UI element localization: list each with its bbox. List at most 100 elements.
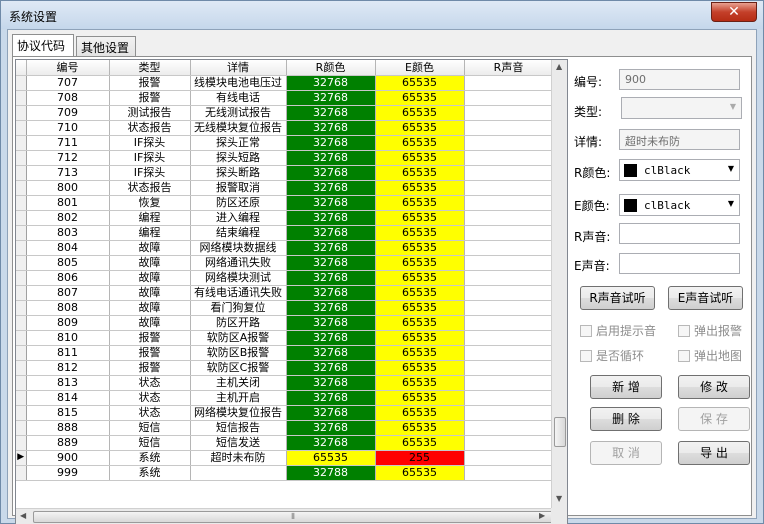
r-sound-field[interactable] — [619, 223, 740, 244]
chevron-down-icon[interactable]: ▼ — [728, 164, 734, 173]
table-row[interactable]: 800 状态报告 报警取消 32768 65535 — [16, 180, 554, 196]
table-row[interactable]: 807 故障 有线电话通讯失败 32768 65535 — [16, 285, 554, 301]
e-color-select[interactable]: clBlack ▼ — [619, 194, 740, 216]
header-r-sound[interactable]: R声音 — [464, 60, 554, 76]
cell-code: 809 — [26, 315, 110, 331]
scroll-right-icon[interactable]: ▶ — [539, 511, 545, 520]
table-row[interactable]: 815 状态 网络模块复位报告 32768 65535 — [16, 405, 554, 421]
header-code[interactable]: 编号 — [26, 60, 110, 76]
cancel-button[interactable]: 取 消 — [590, 441, 662, 465]
e-sound-test-button[interactable]: E声音试听 — [668, 286, 743, 310]
header-r-color[interactable]: R颜色 — [286, 60, 376, 76]
cell-type: 恢复 — [109, 195, 191, 211]
table-row[interactable]: 801 恢复 防区还原 32768 65535 — [16, 195, 554, 211]
table-row[interactable]: 713 IF探头 探头断路 32768 65535 — [16, 165, 554, 181]
chevron-down-icon[interactable]: ▼ — [730, 102, 736, 111]
table-row[interactable]: 803 编程 结束编程 32768 65535 — [16, 225, 554, 241]
cell-detail: 网络模块数据线 — [190, 240, 287, 256]
r-sound-test-button[interactable]: R声音试听 — [580, 286, 655, 310]
table-row[interactable]: 999 系统 32788 65535 — [16, 465, 554, 481]
e-sound-field[interactable] — [619, 253, 740, 274]
row-indicator — [16, 150, 27, 166]
cell-r-sound — [464, 255, 554, 271]
row-indicator — [16, 405, 27, 421]
cell-r-sound — [464, 300, 554, 316]
horizontal-scroll-thumb[interactable]: ⦀ — [33, 511, 553, 523]
table-row[interactable]: 708 报警 有线电话 32768 65535 — [16, 90, 554, 106]
table-row[interactable]: 812 报警 软防区C报警 32768 65535 — [16, 360, 554, 376]
scroll-up-icon[interactable]: ▲ — [556, 62, 562, 71]
cell-code: 711 — [26, 135, 110, 151]
checkbox-box-icon — [580, 325, 592, 337]
code-label: 编号: — [574, 75, 603, 89]
detail-field[interactable]: 超时未布防 — [619, 129, 740, 150]
table-row[interactable]: 808 故障 看门狗复位 32768 65535 — [16, 300, 554, 316]
tab-protocol-codes[interactable]: 协议代码 — [12, 34, 74, 56]
table-row[interactable]: 802 编程 进入编程 32768 65535 — [16, 210, 554, 226]
row-indicator — [16, 225, 27, 241]
table-row[interactable]: 811 报警 软防区B报警 32768 65535 — [16, 345, 554, 361]
vertical-scrollbar[interactable]: ▲ ▼ — [551, 60, 567, 508]
prompt-sound-checkbox[interactable]: 启用提示音 — [580, 322, 656, 338]
popup-map-checkbox[interactable]: 弹出地图 — [678, 347, 742, 363]
r-color-select[interactable]: clBlack ▼ — [619, 159, 740, 181]
table-row[interactable]: 710 状态报告 无线模块复位报告 32768 65535 — [16, 120, 554, 136]
table-row[interactable]: 814 状态 主机开启 32768 65535 — [16, 390, 554, 406]
e-color-value: clBlack — [644, 199, 691, 212]
checkbox-box-icon — [678, 325, 690, 337]
tab-other-settings[interactable]: 其他设置 — [76, 36, 136, 56]
cell-code: 707 — [26, 75, 110, 91]
table-row[interactable]: 809 故障 防区开路 32768 65535 — [16, 315, 554, 331]
edit-button[interactable]: 修 改 — [678, 375, 750, 399]
header-type[interactable]: 类型 — [109, 60, 191, 76]
cell-r-color: 32768 — [286, 405, 376, 421]
export-button[interactable]: 导 出 — [678, 441, 750, 465]
scroll-left-icon[interactable]: ◀ — [20, 511, 26, 520]
header-e-color[interactable]: E颜色 — [375, 60, 465, 76]
cell-e-color: 65535 — [375, 195, 465, 211]
code-field[interactable]: 900 — [619, 69, 740, 90]
table-row[interactable]: 813 状态 主机关闭 32768 65535 — [16, 375, 554, 391]
cell-r-sound — [464, 180, 554, 196]
loop-checkbox[interactable]: 是否循环 — [580, 347, 644, 363]
table-row[interactable]: 709 测试报告 无线测试报告 32768 65535 — [16, 105, 554, 121]
cell-r-sound — [464, 465, 554, 481]
table-row[interactable]: 810 报警 软防区A报警 32768 65535 — [16, 330, 554, 346]
delete-button[interactable]: 删 除 — [590, 407, 662, 431]
cell-type: 短信 — [109, 435, 191, 451]
vertical-scroll-thumb[interactable] — [554, 417, 566, 447]
table-row[interactable]: 711 IF探头 探头正常 32768 65535 — [16, 135, 554, 151]
cell-e-color: 65535 — [375, 150, 465, 166]
row-indicator — [16, 135, 27, 151]
cell-type: 状态 — [109, 390, 191, 406]
header-detail[interactable]: 详情 — [190, 60, 287, 76]
cell-e-color: 65535 — [375, 435, 465, 451]
horizontal-scrollbar[interactable]: ◀ ⦀ ▶ — [16, 508, 553, 524]
row-indicator — [16, 345, 27, 361]
table-row[interactable]: 888 短信 短信报告 32768 65535 — [16, 420, 554, 436]
table-row[interactable]: 712 IF探头 探头短路 32768 65535 — [16, 150, 554, 166]
protocol-grid[interactable]: 编号 类型 详情 R颜色 E颜色 R声音 707 报警 线模块电池电压过 32768 6… — [15, 59, 568, 524]
close-button[interactable]: ✕ — [711, 2, 757, 22]
cell-detail: 短信报告 — [190, 420, 287, 436]
cell-code: 808 — [26, 300, 110, 316]
type-select[interactable]: ▼ — [621, 97, 742, 119]
chevron-down-icon[interactable]: ▼ — [728, 199, 734, 208]
popup-alarm-checkbox[interactable]: 弹出报警 — [678, 322, 742, 338]
popup-alarm-label: 弹出报警 — [694, 324, 743, 338]
cell-r-color: 32768 — [286, 90, 376, 106]
cell-type: 故障 — [109, 270, 191, 286]
save-button[interactable]: 保 存 — [678, 407, 750, 431]
cell-code: 804 — [26, 240, 110, 256]
add-button[interactable]: 新 增 — [590, 375, 662, 399]
table-row[interactable]: 806 故障 网络模块测试 32768 65535 — [16, 270, 554, 286]
table-row[interactable]: 805 故障 网络通讯失败 32768 65535 — [16, 255, 554, 271]
grid-body: 707 报警 线模块电池电压过 32768 65535 708 报警 有线电话 32768 655… — [16, 75, 554, 481]
cell-e-color: 65535 — [375, 345, 465, 361]
scroll-down-icon[interactable]: ▼ — [556, 494, 562, 503]
table-row[interactable]: 889 短信 短信发送 32768 65535 — [16, 435, 554, 451]
table-row[interactable]: 804 故障 网络模块数据线 32768 65535 — [16, 240, 554, 256]
cell-r-color: 32768 — [286, 435, 376, 451]
table-row[interactable]: 707 报警 线模块电池电压过 32768 65535 — [16, 75, 554, 91]
table-row[interactable]: ▶ 900 系统 超时未布防 65535 255 — [16, 450, 554, 466]
